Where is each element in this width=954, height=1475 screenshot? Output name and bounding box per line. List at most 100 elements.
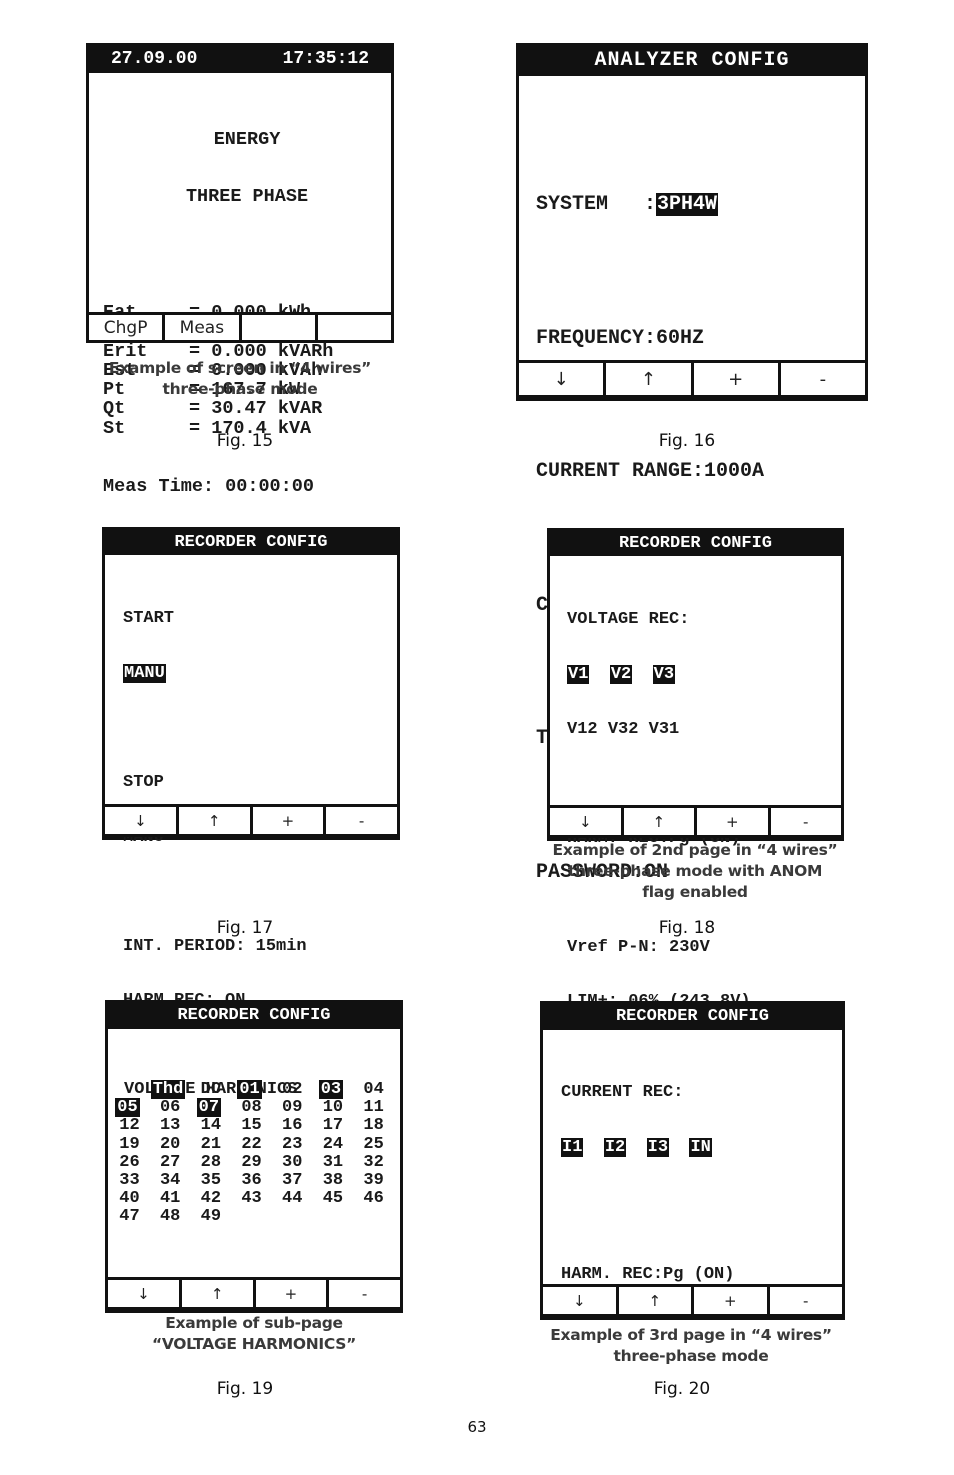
harmonic-17[interactable]: 17 [313,1117,354,1135]
arrow-up-icon[interactable]: ↑ [606,363,691,395]
current-i1-selected[interactable]: I1 [561,1138,584,1158]
harmonic-06[interactable]: 06 [151,1099,192,1117]
arrow-down-icon[interactable]: ↓ [543,1287,616,1314]
harmonic-15[interactable]: 15 [232,1117,273,1135]
harmonic-46[interactable]: 46 [354,1190,395,1208]
arrow-up-icon[interactable]: ↑ [178,807,250,834]
plus-icon[interactable]: + [252,807,324,834]
frequency-row[interactable]: FREQUENCY:60HZ [536,317,865,362]
current-in-selected[interactable]: IN [689,1138,712,1158]
harmonic-16[interactable]: 16 [273,1117,314,1135]
harmonic-09[interactable]: 09 [273,1099,314,1117]
harmonic-24[interactable]: 24 [313,1135,354,1154]
harmonic-39[interactable]: 39 [354,1171,395,1190]
meas-time-value: 00:00:00 [225,475,314,497]
harmonic-10[interactable]: 10 [313,1099,354,1117]
harmonic-thd[interactable]: Thd [150,1080,192,1099]
harmonic-14[interactable]: 14 [191,1117,232,1135]
harmonic-05[interactable]: 05 [110,1098,151,1118]
harmonic-42[interactable]: 42 [191,1190,232,1208]
harmonic-41[interactable]: 41 [151,1190,192,1208]
harmonic-21[interactable]: 21 [191,1135,232,1154]
plus-icon[interactable]: + [697,808,768,835]
minus-icon[interactable]: - [770,808,841,835]
arrow-down-icon[interactable]: ↓ [108,1280,179,1307]
harmonic-20[interactable]: 20 [151,1135,192,1154]
plus-icon[interactable]: + [255,1280,327,1307]
harmonic-dc[interactable]: DC [191,1080,232,1099]
harmonic-38[interactable]: 38 [313,1171,354,1190]
phase-v12[interactable]: V12 [567,720,598,739]
arrow-up-icon[interactable]: ↑ [618,1287,691,1314]
softkey-chgp[interactable]: ChgP [89,315,163,340]
harmonic-13[interactable]: 13 [151,1117,192,1135]
int-period-row[interactable]: INT. PERIOD: 15min [123,937,397,956]
harmonic-18[interactable]: 18 [354,1117,395,1135]
harmonic-23[interactable]: 23 [273,1135,314,1154]
harmonics-panel: VOLTAGE HARMONICS Thd DC 01 02 03 04 05 06 07 08 0… [108,1045,400,1226]
minus-icon[interactable]: - [769,1287,842,1314]
phase-v2-selected[interactable]: V2 [609,665,633,685]
harmonic-12[interactable]: 12 [110,1117,151,1135]
harmonic-07[interactable]: 07 [191,1098,232,1118]
arrow-down-icon[interactable]: ↓ [550,808,621,835]
harmonic-43[interactable]: 43 [232,1190,273,1208]
minus-icon[interactable]: - [326,807,397,834]
harmonic-22[interactable]: 22 [232,1135,273,1154]
vref-row[interactable]: Vref P-N: 230V [567,938,841,957]
harmonic-31[interactable]: 31 [313,1153,354,1172]
minus-icon[interactable]: - [329,1280,400,1307]
harmonic-selected-marker: 03 [318,1080,344,1099]
softkey-meas[interactable]: Meas [165,315,239,340]
fig16-label: Fig. 16 [658,431,716,451]
harmonic-37[interactable]: 37 [273,1171,314,1190]
harm-rec-row[interactable]: HARM. REC:Pg (ON) [561,1265,842,1284]
harmonic-36[interactable]: 36 [232,1171,273,1190]
system-row[interactable]: SYSTEM :3PH4W [536,183,865,228]
current-i3-selected[interactable]: I3 [646,1138,670,1158]
phase-v32[interactable]: V32 [608,720,639,739]
minus-icon[interactable]: - [780,363,865,395]
softkey-blank-4[interactable] [317,315,391,340]
start-value-selected[interactable]: MANU [123,664,166,684]
harmonic-35[interactable]: 35 [191,1171,232,1190]
softkey-blank-3[interactable] [241,315,315,340]
harmonic-01[interactable]: 01 [232,1080,273,1099]
harmonic-32[interactable]: 32 [354,1153,395,1172]
harmonic-33[interactable]: 33 [110,1171,151,1190]
current-range-row[interactable]: CURRENT RANGE:1000A [536,450,865,495]
harmonic-11[interactable]: 11 [354,1099,395,1117]
current-i2-selected[interactable]: I2 [603,1138,627,1158]
harmonic-29[interactable]: 29 [232,1153,273,1172]
arrow-up-icon[interactable]: ↑ [181,1280,253,1307]
plus-icon[interactable]: + [694,1287,767,1314]
harmonic-28[interactable]: 28 [191,1153,232,1172]
harmonic-40[interactable]: 40 [110,1190,151,1208]
harmonic-34[interactable]: 34 [151,1171,192,1190]
harmonic-19[interactable]: 19 [110,1135,151,1154]
harmonic-selected-marker: 05 [115,1098,140,1118]
harmonic-26[interactable]: 26 [110,1153,151,1172]
phase-v31[interactable]: V31 [649,720,680,739]
phase-v3-selected[interactable]: V3 [652,665,676,685]
harmonic-47[interactable]: 47 [110,1208,151,1226]
arrow-down-icon[interactable]: ↓ [105,807,176,834]
harmonic-49[interactable]: 49 [191,1208,232,1226]
plus-icon[interactable]: + [693,363,778,395]
arrow-down-icon[interactable]: ↓ [519,363,604,395]
harmonic-03[interactable]: 03 [313,1080,354,1099]
phase-v1-selected[interactable]: V1 [567,665,590,685]
harmonic-27[interactable]: 27 [151,1153,192,1172]
harmonic-45[interactable]: 45 [313,1190,354,1208]
harmonic-02[interactable]: 02 [273,1080,314,1099]
fig18-label: Fig. 18 [658,918,716,938]
harmonic-30[interactable]: 30 [273,1153,314,1172]
harmonic-08[interactable]: 08 [232,1099,273,1117]
line-voltage-row: V12 V32 V31 [567,720,841,739]
harmonic-44[interactable]: 44 [273,1190,314,1208]
harmonic-48[interactable]: 48 [151,1208,192,1226]
fig17-label: Fig. 17 [216,918,274,938]
harmonic-04[interactable]: 04 [354,1080,395,1099]
arrow-up-icon[interactable]: ↑ [623,808,694,835]
harmonic-25[interactable]: 25 [354,1135,395,1154]
